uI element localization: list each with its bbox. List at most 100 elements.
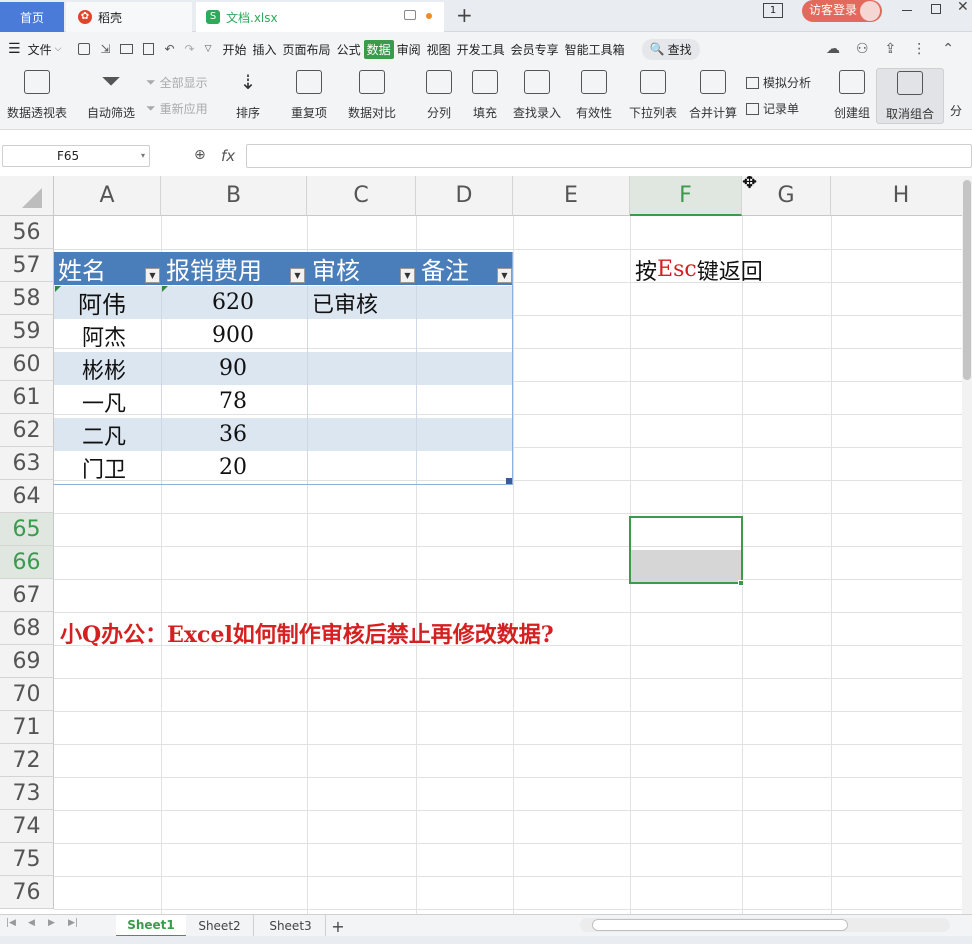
zoom-formula-icon[interactable]: ⊕ <box>194 147 206 163</box>
collapse-ribbon-icon[interactable]: ⌃ <box>942 41 954 57</box>
collaborate-icon[interactable]: ⚇ <box>856 41 869 57</box>
table-cell-amount[interactable]: 36 <box>219 418 247 451</box>
autofilter-button[interactable]: ⏷ 自动筛选 <box>86 69 136 121</box>
table-cell-amount[interactable]: 620 <box>212 286 254 319</box>
dropdown-list-button[interactable]: 下拉列表 <box>628 70 678 121</box>
row-header-68[interactable]: 68 <box>0 612 54 645</box>
minimize-icon[interactable] <box>902 10 912 11</box>
filter-dropdown-icon[interactable]: ▼ <box>145 268 160 283</box>
record-form-button[interactable]: 记录单 <box>746 100 799 117</box>
split-column-button[interactable]: 分列 <box>422 70 456 121</box>
export-icon[interactable]: ⇲ <box>100 42 110 56</box>
name-box[interactable]: F65 ▾ <box>2 145 150 167</box>
column-header-c[interactable]: C <box>307 176 416 216</box>
show-all-button[interactable]: ⏷ 全部显示 <box>146 74 208 91</box>
table-cell-amount[interactable]: 20 <box>219 451 247 484</box>
menu-review[interactable]: 审阅 <box>394 41 424 58</box>
table-cell-amount[interactable]: 90 <box>219 352 247 385</box>
menu-developer[interactable]: 开发工具 <box>454 41 508 58</box>
search-box[interactable]: 🔍 查找 <box>641 38 700 60</box>
table-cell-name[interactable]: 彬彬 <box>82 352 126 385</box>
sheet-tab-sheet2[interactable]: Sheet2 <box>186 915 254 937</box>
menu-file[interactable]: 文件 <box>25 41 55 58</box>
cloud-icon[interactable]: ☁ <box>826 41 840 57</box>
quick-access-menu-icon[interactable]: ▽ <box>205 44 212 54</box>
row-header-71[interactable]: 71 <box>0 711 54 744</box>
login-button[interactable]: 访客登录 <box>802 0 882 22</box>
column-header-d[interactable]: D <box>416 176 513 216</box>
column-header-e[interactable]: E <box>513 176 630 216</box>
row-header-56[interactable]: 56 <box>0 216 54 249</box>
fill-button[interactable]: 填充 <box>468 70 502 121</box>
selected-range[interactable] <box>629 516 743 584</box>
duplicates-button[interactable]: 重复项 <box>286 70 332 121</box>
caption-text[interactable]: 小Q办公：Excel如何制作审核后禁止再修改数据? <box>60 616 554 649</box>
print-icon[interactable] <box>120 44 134 54</box>
row-header-58[interactable]: 58 <box>0 282 54 315</box>
new-tab-icon[interactable]: + <box>456 3 473 27</box>
save-icon[interactable] <box>78 43 91 55</box>
column-header-a[interactable]: A <box>54 176 161 216</box>
menu-data[interactable]: 数据 <box>363 39 394 59</box>
ribbon-overflow-label[interactable]: 分 <box>950 102 962 119</box>
row-header-65[interactable]: 65 <box>0 513 54 546</box>
row-header-64[interactable]: 64 <box>0 480 54 513</box>
next-sheet-icon[interactable]: ▶ <box>48 918 55 928</box>
row-header-73[interactable]: 73 <box>0 777 54 810</box>
tab-document[interactable]: S 文档.xlsx <box>196 2 444 32</box>
menu-start[interactable]: 开始 <box>220 41 250 58</box>
sheet-tab-sheet1[interactable]: Sheet1 <box>116 915 186 937</box>
table-cell-amount[interactable]: 900 <box>212 319 254 352</box>
row-header-61[interactable]: 61 <box>0 381 54 414</box>
lookup-entry-button[interactable]: 查找录入 <box>512 70 562 121</box>
what-if-button[interactable]: 模拟分析 <box>746 74 811 91</box>
ungroup-button[interactable]: 取消组合 <box>876 68 944 124</box>
column-header-f[interactable]: F <box>630 176 742 216</box>
redo-icon[interactable]: ↷ <box>185 42 195 56</box>
row-header-63[interactable]: 63 <box>0 447 54 480</box>
page-counter[interactable]: 1 <box>763 3 783 18</box>
row-header-59[interactable]: 59 <box>0 315 54 348</box>
horizontal-scrollbar[interactable] <box>580 918 950 932</box>
sheet-tab-sheet3[interactable]: Sheet3 <box>256 915 326 937</box>
chevron-down-icon[interactable]: ⌵ <box>55 44 62 54</box>
close-icon[interactable]: ✕ <box>957 0 969 15</box>
menu-formula[interactable]: 公式 <box>334 41 364 58</box>
table-resize-handle[interactable] <box>506 478 512 484</box>
more-icon[interactable]: ⋮ <box>912 41 926 57</box>
prev-sheet-icon[interactable]: ◀ <box>28 918 35 928</box>
pivot-table-button[interactable]: 数据透视表 <box>6 70 68 121</box>
row-header-69[interactable]: 69 <box>0 645 54 678</box>
vertical-scroll-thumb[interactable] <box>963 180 971 380</box>
hamburger-icon[interactable]: ☰ <box>8 41 21 57</box>
create-group-button[interactable]: 创建组 <box>832 70 872 121</box>
column-header-h[interactable]: H <box>831 176 972 216</box>
validity-button[interactable]: 有效性 <box>572 70 616 121</box>
row-header-62[interactable]: 62 <box>0 414 54 447</box>
formula-input[interactable] <box>246 144 972 168</box>
row-header-76[interactable]: 76 <box>0 876 54 909</box>
name-box-dropdown-icon[interactable]: ▾ <box>141 146 145 166</box>
menu-page-layout[interactable]: 页面布局 <box>280 41 334 58</box>
consolidate-button[interactable]: 合并计算 <box>688 70 738 121</box>
row-header-75[interactable]: 75 <box>0 843 54 876</box>
table-cell-name[interactable]: 二凡 <box>82 418 126 451</box>
filter-dropdown-icon[interactable]: ▼ <box>400 268 415 283</box>
last-sheet-icon[interactable]: ▶| <box>68 918 78 928</box>
row-header-67[interactable]: 67 <box>0 579 54 612</box>
filter-dropdown-icon[interactable]: ▼ <box>497 268 512 283</box>
table-cell-name[interactable]: 一凡 <box>82 385 126 418</box>
sort-button[interactable]: ⇣ 排序 <box>230 70 266 121</box>
table-cell-name[interactable]: 阿伟 <box>78 286 126 319</box>
note-cell[interactable]: 按 Esc 键返回 <box>635 253 763 286</box>
screen-icon[interactable] <box>404 10 416 20</box>
table-cell-status[interactable]: 已审核 <box>312 286 378 319</box>
menu-insert[interactable]: 插入 <box>250 41 280 58</box>
tab-daoke[interactable]: ✿ 稻壳 <box>66 2 192 32</box>
share-icon[interactable]: ⇪ <box>885 41 897 57</box>
row-header-66[interactable]: 66 <box>0 546 54 579</box>
menu-view[interactable]: 视图 <box>424 41 454 58</box>
table-cell-name[interactable]: 阿杰 <box>82 319 126 352</box>
filter-dropdown-icon[interactable]: ▼ <box>290 268 305 283</box>
horizontal-scroll-thumb[interactable] <box>592 919 848 931</box>
